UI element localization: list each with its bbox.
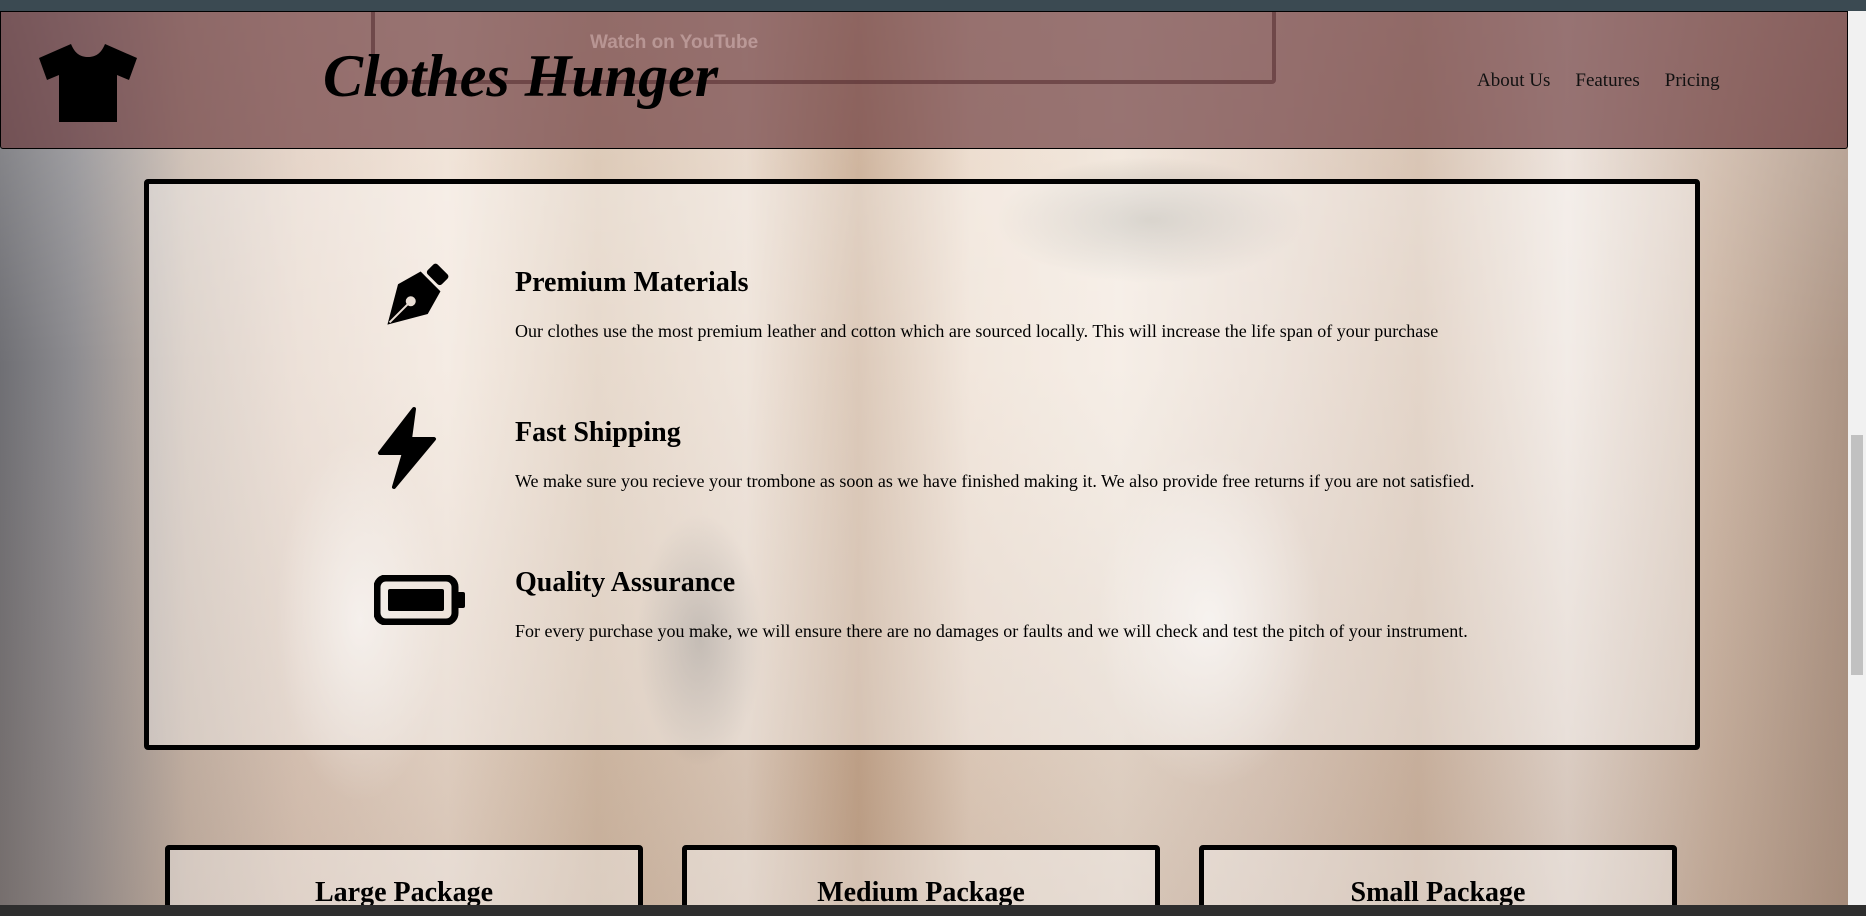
nav-link-features[interactable]: Features [1575, 70, 1639, 92]
nav-link-about-us[interactable]: About Us [1477, 70, 1550, 92]
bolt-icon [378, 407, 436, 489]
site-header: Watch on YouTube Clothes Hunger About Us… [0, 11, 1848, 149]
battery-full-icon [374, 575, 465, 625]
brand-title: Clothes Hunger [323, 43, 719, 109]
feature-description: We make sure you recieve your trombone a… [515, 471, 1475, 491]
feature-description: For every purchase you make, we will ens… [515, 621, 1468, 641]
nav-link-pricing[interactable]: Pricing [1665, 70, 1720, 92]
pen-nib-icon [387, 263, 449, 325]
feature-description: Our clothes use the most premium leather… [515, 321, 1439, 341]
main-nav: About Us Features Pricing [1477, 70, 1745, 92]
feature-title: Premium Materials [515, 267, 749, 298]
browser-top-edge [0, 0, 1866, 11]
browser-bottom-edge [0, 905, 1866, 916]
tshirt-icon [39, 44, 137, 122]
feature-title: Fast Shipping [515, 417, 681, 448]
features-section: Premium Materials Our clothes use the mo… [144, 179, 1700, 750]
scrollbar-thumb[interactable] [1851, 435, 1863, 675]
feature-title: Quality Assurance [515, 567, 736, 598]
